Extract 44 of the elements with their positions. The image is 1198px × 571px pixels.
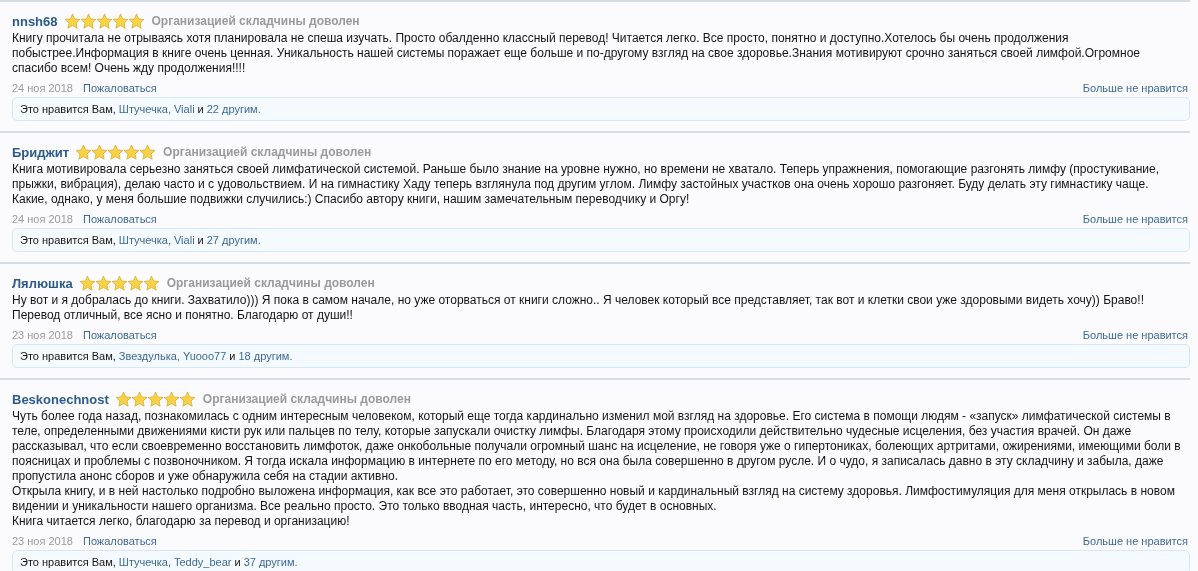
user-link[interactable]: Штучечка, (118, 234, 171, 246)
review-date: 23 ноя 2018 (12, 535, 73, 547)
user-link[interactable]: Штучечка, (118, 103, 171, 115)
others-link[interactable]: 18 другим. (238, 350, 293, 362)
unlike-link[interactable]: Больше не нравится (1082, 535, 1188, 547)
report-link[interactable]: Пожаловаться (82, 82, 157, 94)
report-link[interactable]: Пожаловаться (82, 329, 157, 341)
report-link[interactable]: Пожаловаться (82, 213, 157, 225)
review-date: 23 ноя 2018 (12, 329, 73, 341)
author-link[interactable]: Beskonechnost (12, 391, 109, 407)
others-link[interactable]: 22 другим. (206, 103, 261, 115)
user-link[interactable]: Yuooo77 (182, 350, 227, 362)
review-text: Книгу прочитала не отрываясь хотя планировала не спеша изучать. Просто обалденно классный перевод! Читается легко. Все просто, понятно и доступно.Хотелось бы очень продолжения побыстрее.Информация в книге очень ценная. Уникальность нашей системы поражает еще больше и по-другому взгляд на свое здоровье.Знания мотивируют срочно заняться своей лимфой.Огромное спасибо всем! Очень жду продолжения!!!! (12, 31, 1141, 76)
others-link[interactable]: 37 другим. (243, 556, 298, 568)
user-link[interactable]: Звездулька, (118, 350, 180, 362)
author-link[interactable]: nnsh68 (12, 13, 58, 29)
unlike-link[interactable]: Больше не нравится (1082, 213, 1188, 225)
user-link[interactable]: Viali (174, 103, 195, 115)
review-text: Чуть более года назад, познакомилась с одним интересным человеком, который еще тогда кардинально изменил мой взгляд на здоровье. Его система в помощи людям - «запуск» лимфатической системы в теле, определенными движениями кисти рук или пальцев по телу, которые запускали очистку лимфы. Благодаря этому происходили действительно чудесные исцеления, без участия врачей. Он даже рассказывал, что если своевременно восстановить лимфоток, даже онкобольные получали огромный шанс на исцеление, не говоря уже о гипертониках, болеющих артритами, ожирениями, имеющими боли в поясницах и проблемы с позвоночником. Я тогда искала информацию в интернете по его методу, но вся она была совершенно в другом русле. И о чудо, я записалась давно в эту складчину и забыла, даже пропустила анонс сборов и уже обнаружила себя на стадии активно. Открыла книгу, и в ней настолько подробно выложена информация, как все это работает, это совершенно новый и кардинальный взгляд на систему здоровья. Лимфостимуляция для меня открылась в новом видении и уникальности нашего организма. Все реально просто. Это только вводная часть, интересно, что будет в основных. Книга читается легко, благодарю за перевод и организацию! (12, 409, 1182, 529)
unlike-link[interactable]: Больше не нравится (1082, 82, 1188, 94)
author-link[interactable]: Лялюшка (12, 275, 73, 291)
review-text: Книга мотивировала серьезно заняться своей лимфатической системой. Раньше было знание на уровне нужно, но времени не хватало. Теперь упражнения, помогающие разгонять лимфу (простукивание, прыжки, вибрация), делаю часто и с удовольствием. И на гимнастику Хаду теперь взглянула под другим углом. Лимфу застойных участков она очень хорошо разгоняет. Буду делать эту гимнастику чаще. Какие, однако, у меня большие подвижки случились:) Спасибо автору книги, нашим замечательным переводчику и Оргу! (12, 162, 1161, 207)
rating-text: Организацией складчины доволен (163, 145, 372, 159)
user-link[interactable]: Teddy_bear (174, 556, 232, 568)
likes-text: Это нравится Вам, (20, 103, 116, 115)
likes-text: и (229, 350, 236, 362)
likes-text: Это нравится Вам, (20, 556, 116, 568)
likes-text: и (197, 234, 204, 246)
likes-text: Это нравится Вам, (20, 234, 116, 246)
user-link[interactable]: Viali (174, 234, 195, 246)
likes-text: и (197, 103, 204, 115)
unlike-link[interactable]: Больше не нравится (1082, 329, 1188, 341)
likes-text: Это нравится Вам, (20, 350, 116, 362)
review-date: 24 ноя 2018 (12, 213, 73, 225)
review-text: Ну вот и я добралась до книги. Захватило))) Я пока в самом начале, но уже оторваться от книги сложно.. Я человек который все представляет, так вот и клетки свои уже здоровыми видеть хочу)) Браво!! Перевод отличный, все ясно и понятно. Благодарю от души!! (12, 293, 1145, 323)
others-link[interactable]: 27 другим. (206, 234, 261, 246)
rating-text: Организацией складчины доволен (151, 14, 360, 28)
rating-text: Организацией складчины доволен (202, 392, 411, 406)
user-link[interactable]: Штучечка, (118, 556, 171, 568)
rating-text: Организацией складчины доволен (166, 276, 375, 290)
review-date: 24 ноя 2018 (12, 82, 73, 94)
author-link[interactable]: Бриджит (12, 144, 70, 160)
likes-text: и (234, 556, 241, 568)
report-link[interactable]: Пожаловаться (82, 535, 157, 547)
